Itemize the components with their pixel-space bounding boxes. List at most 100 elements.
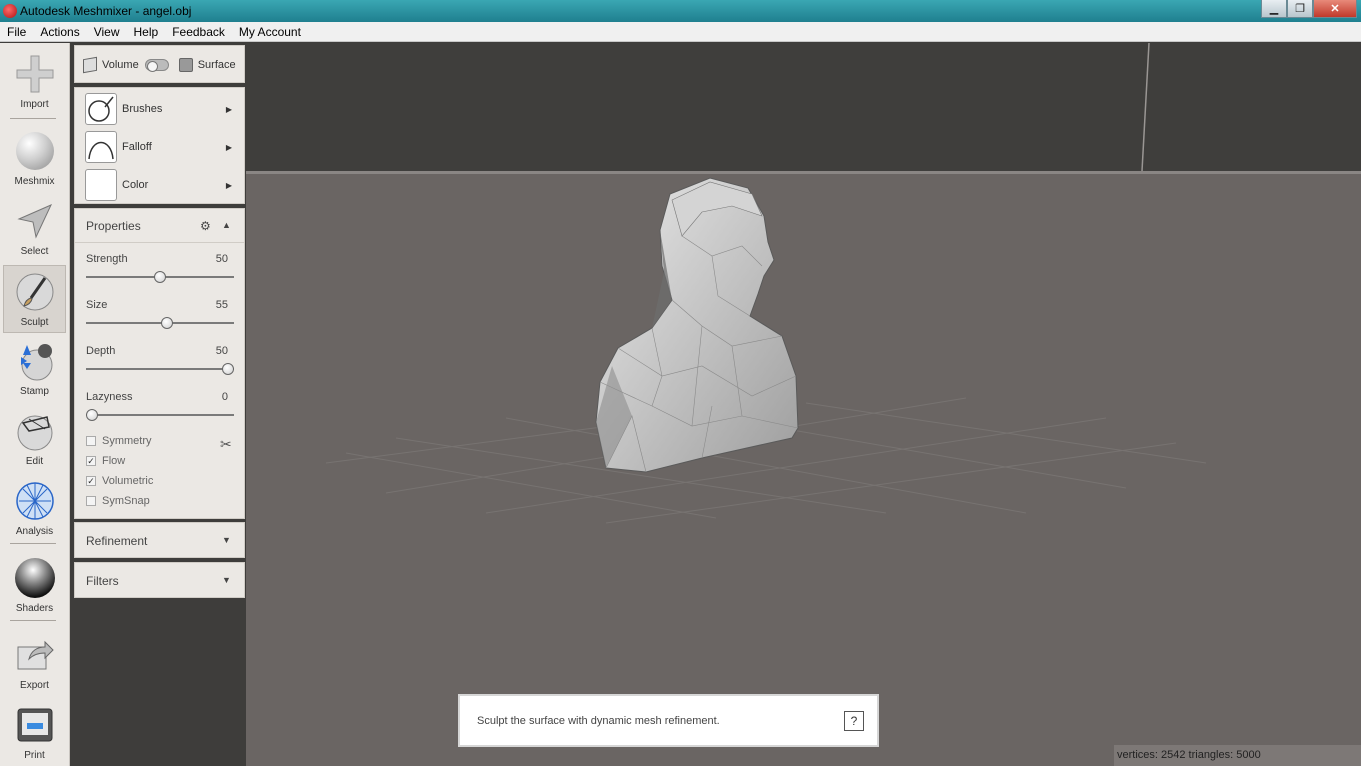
printer-icon <box>13 703 57 747</box>
tool-label: Analysis <box>15 526 54 537</box>
slider-handle[interactable] <box>160 317 173 329</box>
expand-arrow-icon[interactable]: ▼ <box>222 535 231 545</box>
expand-arrow-icon: ▶ <box>225 104 232 114</box>
edit-tool[interactable]: Edit <box>3 405 66 473</box>
window-controls: ▁ ❐ ✕ <box>1261 0 1357 18</box>
falloff-row[interactable]: Falloff ▶ <box>75 129 244 165</box>
slider-track[interactable] <box>86 414 234 416</box>
lazyness-slider[interactable]: Lazyness 0 <box>86 391 234 431</box>
select-tool[interactable]: Select <box>3 195 66 263</box>
menu-bar: File Actions View Help Feedback My Accou… <box>0 22 1361 42</box>
properties-header[interactable]: Properties ⚙ ▲ <box>75 209 244 243</box>
close-button[interactable]: ✕ <box>1313 0 1357 18</box>
brush-panel: Brushes ▶ Falloff ▶ Color ▶ <box>74 87 245 204</box>
brushes-row[interactable]: Brushes ▶ <box>75 91 244 127</box>
tool-label: Print <box>24 750 45 761</box>
slider-track[interactable] <box>86 368 234 370</box>
window-title: Autodesk Meshmixer - angel.obj <box>20 4 192 18</box>
menu-file[interactable]: File <box>0 25 33 39</box>
menu-view[interactable]: View <box>87 25 127 39</box>
volume-surface-toggle[interactable] <box>144 59 169 72</box>
sculpt-tool[interactable]: Sculpt <box>3 265 66 333</box>
checkbox-label: Symmetry <box>102 435 152 447</box>
3d-viewport[interactable] <box>246 43 1361 766</box>
checkbox-box[interactable]: ✓ <box>86 456 96 466</box>
slider-value: 55 <box>215 299 228 311</box>
meshmix-icon <box>13 129 57 173</box>
surface-label[interactable]: Surface <box>198 59 236 71</box>
slider-label: Strength <box>86 253 128 265</box>
expand-arrow-icon[interactable]: ▼ <box>222 575 231 585</box>
refinement-panel-header[interactable]: Refinement ▼ <box>74 522 245 558</box>
size-slider[interactable]: Size 55 <box>86 299 234 339</box>
gear-icon[interactable]: ⚙ <box>200 219 211 233</box>
minimize-button[interactable]: ▁ <box>1261 0 1287 18</box>
color-label: Color <box>122 179 149 191</box>
slider-handle[interactable] <box>154 271 166 283</box>
symmetry-checkbox[interactable]: Symmetry <box>86 433 152 449</box>
flow-checkbox[interactable]: ✓ Flow <box>86 453 125 469</box>
color-row[interactable]: Color ▶ <box>75 167 244 203</box>
slider-value: 50 <box>215 253 228 265</box>
checkbox-label: Flow <box>102 455 126 467</box>
checkbox-box[interactable]: ✓ <box>86 476 96 486</box>
menu-help[interactable]: Help <box>127 25 166 39</box>
export-tool[interactable]: Export <box>3 629 66 697</box>
import-tool[interactable]: Import <box>3 48 66 116</box>
tool-label: Export <box>20 680 49 691</box>
angel-bust-mesh[interactable] <box>592 176 852 486</box>
export-icon <box>13 633 57 677</box>
menu-actions[interactable]: Actions <box>33 25 86 39</box>
hint-text: Sculpt the surface with dynamic mesh ref… <box>477 715 720 727</box>
meshmixer-app-icon <box>3 4 17 18</box>
brush-icon <box>13 270 57 314</box>
help-button[interactable]: ? <box>844 711 864 731</box>
slider-label: Lazyness <box>86 391 133 403</box>
menu-my-account[interactable]: My Account <box>232 25 308 39</box>
plus-icon <box>13 52 57 96</box>
slider-label: Size <box>86 299 108 311</box>
menu-feedback[interactable]: Feedback <box>165 25 232 39</box>
toolbar-divider <box>10 620 56 621</box>
filters-title: Filters <box>86 574 119 588</box>
volume-label[interactable]: Volume <box>102 59 139 71</box>
brushes-label: Brushes <box>122 103 163 115</box>
stamp-tool[interactable]: Stamp <box>3 335 66 403</box>
print-tool[interactable]: Print <box>3 699 66 766</box>
checkbox-label: SymSnap <box>102 495 150 507</box>
expand-arrow-icon: ▶ <box>225 180 232 190</box>
falloff-curve-icon <box>85 131 117 163</box>
toolbar-divider <box>10 543 56 544</box>
checkbox-label: Volumetric <box>102 475 154 487</box>
tool-label: Meshmix <box>14 176 55 187</box>
tool-label: Stamp <box>20 386 49 397</box>
main-toolbar: Import Meshmix Select Sculpt Stamp Edit … <box>0 43 70 766</box>
analysis-icon <box>13 479 57 523</box>
volumetric-checkbox[interactable]: ✓ Volumetric <box>86 473 153 489</box>
tool-hint-box: Sculpt the surface with dynamic mesh ref… <box>458 694 879 747</box>
tool-label: Edit <box>25 456 44 467</box>
collapse-arrow-icon[interactable]: ▲ <box>222 220 231 230</box>
checkbox-box[interactable] <box>86 436 96 446</box>
slider-handle[interactable] <box>222 363 234 375</box>
mode-panel: Volume Surface <box>74 45 245 83</box>
slider-value: 50 <box>215 345 228 357</box>
tool-label: Select <box>20 246 49 257</box>
surface-square-icon <box>178 58 193 72</box>
toolbar-divider <box>10 118 56 119</box>
maximize-button[interactable]: ❐ <box>1287 0 1313 18</box>
strength-slider[interactable]: Strength 50 <box>86 253 234 293</box>
tool-label: Sculpt <box>20 317 49 328</box>
meshmix-tool[interactable]: Meshmix <box>3 125 66 193</box>
slider-value: 0 <box>221 391 228 403</box>
slider-handle[interactable] <box>86 409 98 421</box>
symmetry-tool-icon[interactable]: ✂ <box>220 436 232 453</box>
properties-panel: Properties ⚙ ▲ Strength 50 Size 55 Depth… <box>74 208 245 519</box>
slider-label: Depth <box>86 345 116 357</box>
filters-panel-header[interactable]: Filters ▼ <box>74 562 245 598</box>
depth-slider[interactable]: Depth 50 <box>86 345 234 385</box>
shaders-tool[interactable]: Shaders <box>3 552 66 620</box>
symsnap-checkbox[interactable]: SymSnap <box>86 493 150 509</box>
checkbox-box[interactable] <box>86 496 96 506</box>
analysis-tool[interactable]: Analysis <box>3 475 66 543</box>
